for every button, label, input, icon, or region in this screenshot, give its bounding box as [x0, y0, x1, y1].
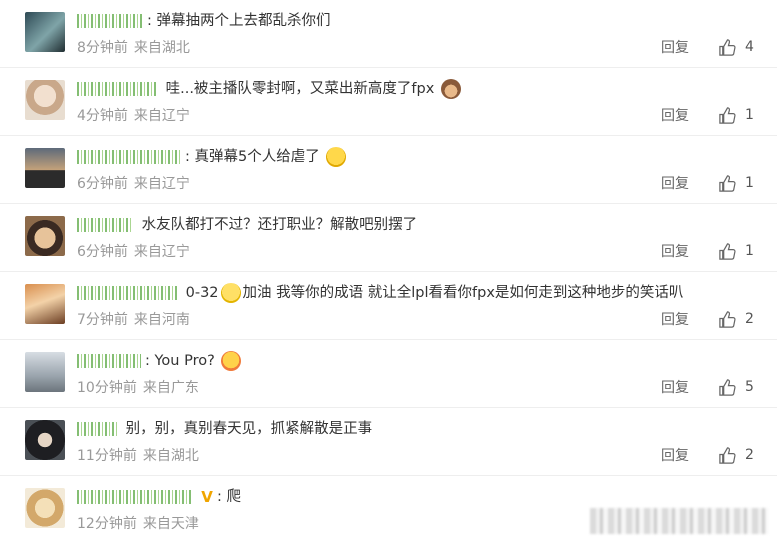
like-count: 1	[745, 107, 754, 123]
like-count: 4	[745, 39, 754, 55]
comment-item: 0-32 加油 我等你的成语 就让全lpl看看你fpx是如何走到这种地步的笑话叭 …	[0, 272, 777, 340]
thumbs-up-icon	[719, 310, 736, 328]
nickname-redacted[interactable]	[77, 82, 157, 96]
like-button[interactable]: 2	[718, 444, 754, 466]
verified-badge-icon: V	[201, 488, 213, 506]
comment-meta: 8分钟前 来自湖北	[77, 37, 190, 57]
comment-item: : You Pro? 10分钟前 来自广东 回复 5	[0, 340, 777, 408]
nickname-redacted[interactable]	[77, 14, 143, 28]
comment-location: 来自广东	[142, 380, 199, 396]
thumbs-up-icon	[719, 242, 736, 260]
comment-text: 哇...被主播队零封啊，又菜出新高度了fpx	[165, 81, 435, 97]
comment-text: You Pro?	[154, 353, 215, 369]
reply-button[interactable]: 回复	[661, 445, 689, 465]
avatar[interactable]	[25, 12, 65, 52]
thumbs-up-icon	[719, 106, 736, 124]
comment-header: V: 爬	[77, 485, 241, 509]
thumbs-up-icon	[719, 174, 736, 192]
reply-button[interactable]: 回复	[661, 105, 689, 125]
like-count: 2	[745, 447, 754, 463]
reply-button[interactable]: 回复	[661, 377, 689, 397]
reply-button[interactable]: 回复	[661, 241, 689, 261]
like-button[interactable]: 1	[718, 104, 754, 126]
like-button[interactable]: 1	[718, 240, 754, 262]
thumbs-up-icon	[719, 378, 736, 396]
nickname-redacted[interactable]	[77, 354, 141, 368]
comment-item: 别，别，真别春天见，抓紧解散是正事 11分钟前 来自湖北 回复 2	[0, 408, 777, 476]
comment-location: 来自河南	[133, 312, 190, 328]
comment-time: 4分钟前	[77, 108, 128, 124]
comment-time: 6分钟前	[77, 244, 128, 260]
watermark-redacted	[590, 508, 768, 534]
comment-item: 水友队都打不过？还打职业？解散吧别摆了 6分钟前 来自辽宁 回复 1	[0, 204, 777, 272]
comment-text: 真弹幕5个人给虐了	[194, 149, 320, 165]
comment-item: : 真弹幕5个人给虐了 6分钟前 来自辽宁 回复 1	[0, 136, 777, 204]
comment-time: 6分钟前	[77, 176, 128, 192]
comment-meta: 10分钟前 来自广东	[77, 377, 199, 397]
like-count: 2	[745, 311, 754, 327]
comment-meta: 6分钟前 来自辽宁	[77, 241, 190, 261]
avatar[interactable]	[25, 284, 65, 324]
like-button[interactable]: 5	[718, 376, 754, 398]
comment-text: 爬	[226, 489, 242, 505]
comment-location: 来自湖北	[133, 40, 190, 56]
nickname-redacted[interactable]	[77, 490, 193, 504]
like-button[interactable]: 2	[718, 308, 754, 330]
reply-button[interactable]: 回复	[661, 309, 689, 329]
laughing-face-icon	[326, 147, 347, 167]
nickname-redacted[interactable]	[77, 218, 133, 232]
like-button[interactable]: 1	[718, 172, 754, 194]
comment-item: 哇...被主播队零封啊，又菜出新高度了fpx 4分钟前 来自辽宁 回复 1	[0, 68, 777, 136]
nickname-redacted[interactable]	[77, 286, 177, 300]
comment-time: 11分钟前	[77, 448, 137, 464]
thumbs-up-icon	[719, 38, 736, 56]
comment-header: 哇...被主播队零封啊，又菜出新高度了fpx	[77, 77, 461, 101]
comment-location: 来自辽宁	[133, 176, 190, 192]
thumbs-up-icon	[719, 446, 736, 464]
comment-header: : 弹幕抽两个上去都乱杀你们	[77, 9, 331, 33]
comment-text: 别，别，真别春天见，抓紧解散是正事	[125, 421, 373, 437]
comment-meta: 6分钟前 来自辽宁	[77, 173, 190, 193]
avatar[interactable]	[25, 80, 65, 120]
comment-time: 8分钟前	[77, 40, 128, 56]
like-count: 1	[745, 175, 754, 191]
reply-button[interactable]: 回复	[661, 37, 689, 57]
comment-text: 水友队都打不过？还打职业？解散吧别摆了	[141, 217, 418, 233]
comment-time: 10分钟前	[77, 380, 137, 396]
comment-text: 0-32	[185, 285, 219, 301]
avatar[interactable]	[25, 352, 65, 392]
comment-time: 12分钟前	[77, 516, 137, 532]
comment-header: 水友队都打不过？还打职业？解散吧别摆了	[77, 213, 417, 237]
comment-location: 来自辽宁	[133, 244, 190, 260]
comment-item: : 弹幕抽两个上去都乱杀你们 8分钟前 来自湖北 回复 4	[0, 0, 777, 68]
comment-meta: 12分钟前 来自天津	[77, 513, 199, 533]
nickname-redacted[interactable]	[77, 422, 117, 436]
comment-meta: 11分钟前 来自湖北	[77, 445, 199, 465]
like-count: 5	[745, 379, 754, 395]
comment-location: 来自天津	[142, 516, 199, 532]
comment-header: : You Pro?	[77, 349, 242, 373]
like-button[interactable]: 4	[718, 36, 754, 58]
comment-location: 来自辽宁	[133, 108, 190, 124]
avatar[interactable]	[25, 148, 65, 188]
reply-button[interactable]: 回复	[661, 173, 689, 193]
comment-header: 0-32 加油 我等你的成语 就让全lpl看看你fpx是如何走到这种地步的笑话叭	[77, 281, 683, 305]
like-count: 1	[745, 243, 754, 259]
surprised-face-icon	[221, 351, 242, 371]
comment-meta: 7分钟前 来自河南	[77, 309, 190, 329]
comment-header: : 真弹幕5个人给虐了	[77, 145, 347, 169]
avatar[interactable]	[25, 420, 65, 460]
comment-time: 7分钟前	[77, 312, 128, 328]
avatar[interactable]	[25, 216, 65, 256]
nickname-redacted[interactable]	[77, 150, 181, 164]
monkey-face-icon	[440, 79, 461, 99]
comment-meta: 4分钟前 来自辽宁	[77, 105, 190, 125]
comment-location: 来自湖北	[142, 448, 199, 464]
avatar[interactable]	[25, 488, 65, 528]
comment-text-continued: 加油 我等你的成语 就让全lpl看看你fpx是如何走到这种地步的笑话叭	[242, 285, 684, 301]
comment-text: 弹幕抽两个上去都乱杀你们	[156, 13, 331, 29]
smile-face-icon	[220, 283, 241, 303]
comment-header: 别，别，真别春天见，抓紧解散是正事	[77, 417, 372, 441]
